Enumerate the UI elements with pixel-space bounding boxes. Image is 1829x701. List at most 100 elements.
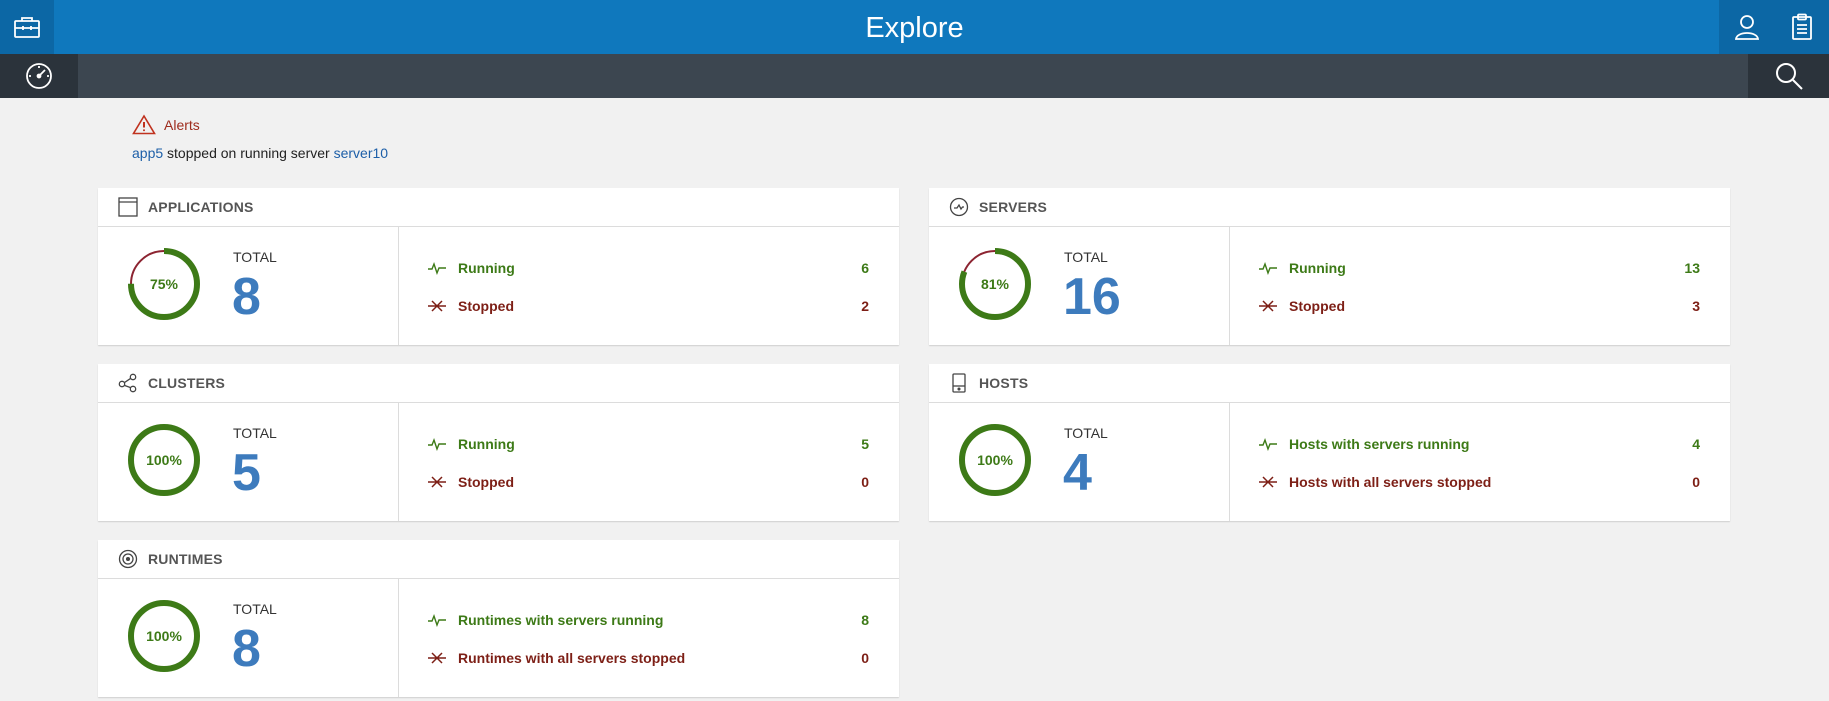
- user-icon: [1734, 15, 1759, 40]
- clusters-total: 5: [232, 444, 261, 502]
- servers-stopped-count: 3: [1692, 298, 1700, 314]
- runtimes-total-label: TOTAL: [233, 601, 277, 617]
- hosts-summary: 100% TOTAL 4: [929, 403, 1230, 521]
- clusters-running-row[interactable]: Running 5: [428, 434, 869, 454]
- pulse-icon: [428, 613, 446, 627]
- alert-server-link[interactable]: server10: [334, 145, 388, 161]
- servers-summary: 81% TOTAL 16: [929, 227, 1230, 345]
- alerts-header: Alerts: [132, 114, 388, 135]
- servers-card[interactable]: SERVERS 81% TOTAL 16 Running 13 Stopped …: [929, 188, 1730, 345]
- window-icon: [118, 197, 138, 217]
- applications-card[interactable]: APPLICATIONS 75% TOTAL 8 Running 6 Stopp…: [98, 188, 899, 345]
- servers-card-header: SERVERS: [929, 188, 1730, 227]
- applications-total: 8: [232, 268, 261, 326]
- runtimes-stopped-label: Runtimes with all servers stopped: [458, 650, 686, 666]
- server-icon: [949, 197, 969, 217]
- hosts-title: HOSTS: [979, 375, 1029, 391]
- stopped-x-icon: [1259, 476, 1277, 488]
- alert-message: app5 stopped on running server server10: [132, 145, 388, 161]
- hosts-percent: 100%: [977, 452, 1013, 468]
- servers-total-label: TOTAL: [1064, 249, 1108, 265]
- pulse-icon: [1259, 437, 1277, 451]
- alert-app-link[interactable]: app5: [132, 145, 163, 161]
- search-button[interactable]: [1748, 54, 1829, 98]
- header-actions: [1719, 0, 1829, 54]
- top-bar: Explore: [0, 0, 1829, 54]
- applications-summary: 75% TOTAL 8: [98, 227, 399, 345]
- applications-stopped-row[interactable]: Stopped 2: [428, 296, 869, 316]
- applications-title: APPLICATIONS: [148, 199, 254, 215]
- hosts-running-row[interactable]: Hosts with servers running 4: [1259, 434, 1700, 454]
- runtimes-running-count: 8: [861, 612, 869, 628]
- clusters-total-label: TOTAL: [233, 425, 277, 441]
- clipboard-button[interactable]: [1774, 0, 1829, 54]
- toolbox-icon: [14, 17, 40, 38]
- servers-running-label: Running: [1289, 260, 1346, 276]
- runtimes-card-header: RUNTIMES: [98, 540, 899, 579]
- applications-running-row[interactable]: Running 6: [428, 258, 869, 278]
- clusters-card[interactable]: CLUSTERS 100% TOTAL 5 Running 5 Stopped …: [98, 364, 899, 521]
- servers-running-row[interactable]: Running 13: [1259, 258, 1700, 278]
- applications-percent: 75%: [149, 276, 179, 292]
- clusters-running-label: Running: [458, 436, 515, 452]
- clipboard-icon: [1791, 13, 1812, 40]
- page-title: Explore: [865, 12, 964, 44]
- runtimes-running-row[interactable]: Runtimes with servers running 8: [428, 610, 869, 630]
- applications-stopped-count: 2: [861, 298, 869, 314]
- servers-running-count: 13: [1684, 260, 1700, 276]
- clusters-stopped-label: Stopped: [458, 474, 514, 490]
- toolbox-button[interactable]: [0, 0, 54, 54]
- servers-stopped-label: Stopped: [1289, 298, 1345, 314]
- hosts-card-header: HOSTS: [929, 364, 1730, 403]
- hosts-stopped-label: Hosts with all servers stopped: [1289, 474, 1492, 490]
- dashboard-button[interactable]: [0, 54, 78, 98]
- clusters-title: CLUSTERS: [148, 375, 226, 391]
- runtimes-title: RUNTIMES: [148, 551, 223, 567]
- runtimes-summary: 100% TOTAL 8: [98, 579, 399, 697]
- hosts-total-label: TOTAL: [1064, 425, 1108, 441]
- alerts-title: Alerts: [164, 116, 200, 133]
- clusters-running-count: 5: [861, 436, 869, 452]
- stopped-x-icon: [428, 300, 446, 312]
- hosts-stopped-count: 0: [1692, 474, 1700, 490]
- servers-stopped-row[interactable]: Stopped 3: [1259, 296, 1700, 316]
- runtimes-stopped-row[interactable]: Runtimes with all servers stopped 0: [428, 648, 869, 668]
- cluster-icon: [118, 373, 137, 393]
- dashboard-gauge-icon: [26, 63, 52, 89]
- runtimes-card[interactable]: RUNTIMES 100% TOTAL 8 Runtimes with serv…: [98, 540, 899, 697]
- applications-total-label: TOTAL: [233, 249, 277, 265]
- pulse-icon: [428, 261, 446, 275]
- runtimes-stopped-count: 0: [861, 650, 869, 666]
- runtimes-running-label: Runtimes with servers running: [458, 612, 664, 628]
- alerts-panel: Alerts app5 stopped on running server se…: [132, 114, 388, 161]
- runtimes-percent: 100%: [146, 628, 182, 644]
- alert-message-text: stopped on running server: [163, 145, 334, 161]
- hosts-running-count: 4: [1692, 436, 1700, 452]
- search-icon: [1775, 63, 1803, 90]
- clusters-card-header: CLUSTERS: [98, 364, 899, 403]
- applications-running-count: 6: [861, 260, 869, 276]
- warning-icon: [132, 114, 156, 135]
- stopped-x-icon: [428, 476, 446, 488]
- hosts-total: 4: [1063, 444, 1092, 502]
- hosts-card[interactable]: HOSTS 100% TOTAL 4 Hosts with servers ru…: [929, 364, 1730, 521]
- runtimes-total: 8: [232, 620, 261, 678]
- applications-running-label: Running: [458, 260, 515, 276]
- servers-total: 16: [1063, 268, 1121, 326]
- applications-card-header: APPLICATIONS: [98, 188, 899, 227]
- applications-stopped-label: Stopped: [458, 298, 514, 314]
- clusters-stopped-row[interactable]: Stopped 0: [428, 472, 869, 492]
- stopped-x-icon: [1259, 300, 1277, 312]
- pulse-icon: [1259, 261, 1277, 275]
- hosts-stopped-row[interactable]: Hosts with all servers stopped 0: [1259, 472, 1700, 492]
- clusters-percent: 100%: [146, 452, 182, 468]
- stopped-x-icon: [428, 652, 446, 664]
- user-button[interactable]: [1719, 0, 1774, 54]
- clusters-stopped-count: 0: [861, 474, 869, 490]
- host-icon: [952, 373, 966, 393]
- sub-toolbar: [0, 54, 1829, 98]
- hosts-running-label: Hosts with servers running: [1289, 436, 1470, 452]
- runtime-icon: [118, 549, 138, 569]
- pulse-icon: [428, 437, 446, 451]
- servers-title: SERVERS: [979, 199, 1048, 215]
